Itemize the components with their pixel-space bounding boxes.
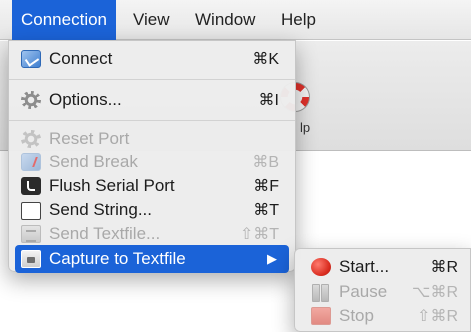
submenu-arrow-icon: ▶ bbox=[267, 251, 277, 266]
submenu-item-stop: Stop ⇧⌘R bbox=[301, 302, 464, 330]
menu-item-shortcut: ⇧⌘R bbox=[417, 308, 458, 325]
connection-menu: Connect ⌘K Options... ⌘I Reset Port Send… bbox=[8, 40, 296, 273]
menu-item-label: Stop bbox=[339, 306, 374, 325]
menu-item-label: Start... bbox=[339, 257, 390, 276]
capture-icon bbox=[21, 250, 41, 268]
menu-connection[interactable]: Connection bbox=[12, 0, 117, 40]
menu-help[interactable]: Help bbox=[272, 0, 325, 40]
menu-item-label: Send String... bbox=[49, 200, 153, 219]
reset-port-icon bbox=[21, 130, 41, 148]
menu-item-connect[interactable]: Connect ⌘K bbox=[15, 45, 289, 73]
menu-item-shortcut: ⌘F bbox=[253, 178, 279, 195]
stop-icon bbox=[311, 307, 331, 325]
menu-item-shortcut: ⌘I bbox=[258, 92, 279, 109]
pause-icon bbox=[311, 283, 331, 302]
menu-item-label: Options... bbox=[49, 90, 122, 109]
textfile-icon bbox=[21, 225, 41, 243]
flush-icon bbox=[21, 177, 41, 195]
menu-item-label: Reset Port bbox=[49, 129, 130, 148]
menu-item-label: Capture to Textfile bbox=[49, 249, 186, 268]
connect-icon bbox=[21, 50, 41, 68]
menu-item-options[interactable]: Options... ⌘I bbox=[15, 86, 289, 114]
menu-separator bbox=[9, 120, 295, 121]
toolbar-help-label: lp bbox=[300, 120, 311, 135]
gear-icon bbox=[21, 91, 41, 109]
menu-separator bbox=[9, 79, 295, 80]
menu-bar: Connection View Window Help bbox=[0, 0, 471, 40]
menu-item-shortcut: ⌘B bbox=[252, 154, 279, 171]
menu-item-shortcut: ⌘T bbox=[253, 202, 279, 219]
record-icon bbox=[311, 258, 331, 276]
menu-item-capture-to-textfile[interactable]: Capture to Textfile ▶ bbox=[15, 245, 289, 273]
menu-item-label: Send Break bbox=[49, 152, 138, 171]
menu-item-shortcut: ⌘R bbox=[430, 259, 458, 276]
menu-item-send-textfile: Send Textfile... ⇧⌘T bbox=[15, 220, 289, 248]
menu-view[interactable]: View bbox=[124, 0, 179, 40]
menu-item-shortcut: ⌘K bbox=[252, 51, 279, 68]
menu-item-label: Flush Serial Port bbox=[49, 176, 175, 195]
menu-item-label: Connect bbox=[49, 49, 113, 68]
menu-window[interactable]: Window bbox=[186, 0, 264, 40]
menu-item-shortcut: ⌥⌘R bbox=[412, 284, 458, 301]
send-break-icon bbox=[21, 153, 41, 171]
menu-item-shortcut: ⇧⌘T bbox=[239, 226, 279, 243]
string-field-icon bbox=[21, 202, 41, 220]
capture-submenu: Start... ⌘R Pause ⌥⌘R Stop ⇧⌘R bbox=[294, 248, 471, 332]
submenu-item-start[interactable]: Start... ⌘R bbox=[301, 253, 464, 281]
menu-item-label: Send Textfile... bbox=[49, 224, 161, 243]
menu-item-label: Pause bbox=[339, 282, 388, 301]
